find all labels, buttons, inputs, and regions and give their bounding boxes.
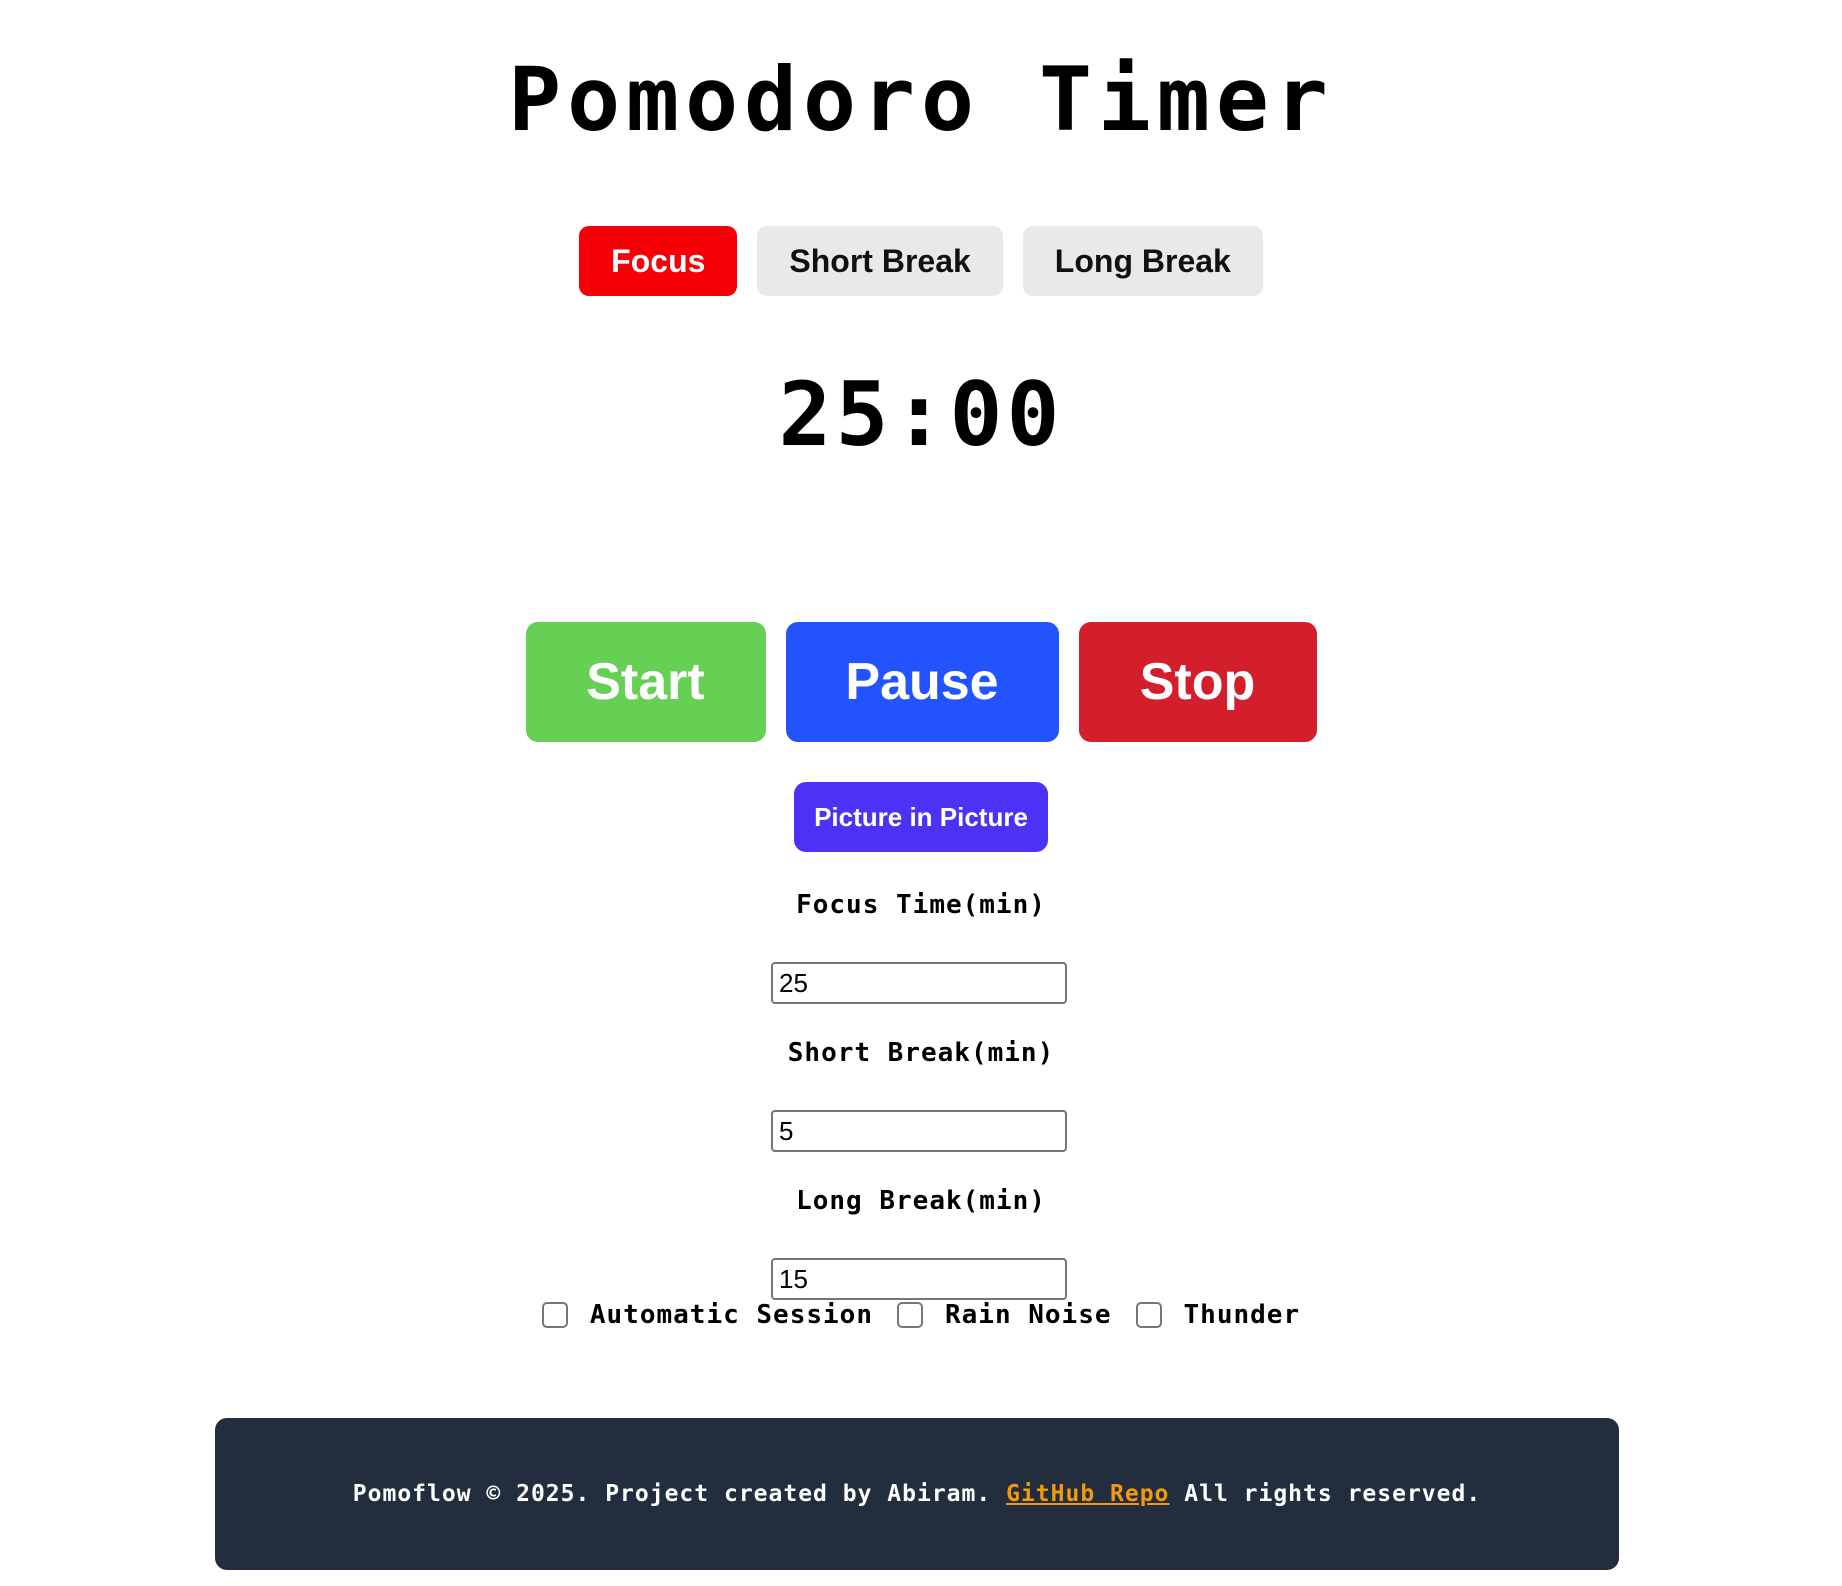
tab-short-break[interactable]: Short Break (757, 226, 1003, 296)
footer: Pomoflow © 2025. Project created by Abir… (215, 1418, 1619, 1570)
automatic-session-checkbox[interactable] (541, 1302, 568, 1328)
tab-long-break[interactable]: Long Break (1022, 226, 1263, 296)
rain-noise-option: Rain Noise (896, 1300, 1112, 1330)
github-repo-link[interactable]: GitHub Repo (1006, 1481, 1169, 1507)
automatic-session-label: Automatic Session (589, 1300, 873, 1330)
focus-time-input[interactable] (771, 962, 1067, 1004)
focus-time-label: Focus Time(min) (796, 890, 1046, 920)
rain-noise-label: Rain Noise (944, 1300, 1112, 1330)
short-break-input[interactable] (771, 1110, 1067, 1152)
automatic-session-option: Automatic Session (541, 1300, 873, 1330)
options-row: Automatic Session Rain Noise Thunder (0, 1300, 1842, 1330)
pip-wrap: Picture in Picture (0, 782, 1842, 852)
short-break-label: Short Break(min) (787, 1038, 1055, 1068)
footer-suffix: All rights reserved. (1169, 1481, 1482, 1507)
thunder-label: Thunder (1183, 1300, 1301, 1330)
timer-display: 25:00 (778, 363, 1064, 466)
tab-focus[interactable]: Focus (579, 226, 738, 296)
start-button[interactable]: Start (525, 622, 766, 742)
stop-button[interactable]: Stop (1078, 622, 1317, 742)
long-break-input[interactable] (771, 1258, 1067, 1300)
pause-button[interactable]: Pause (785, 622, 1059, 742)
footer-text: Pomoflow © 2025. Project created by Abir… (352, 1481, 1007, 1507)
long-break-label: Long Break(min) (796, 1186, 1046, 1216)
mode-tabs: Focus Short Break Long Break (0, 226, 1842, 296)
page-title: Pomodoro Timer (508, 48, 1334, 151)
thunder-checkbox[interactable] (1135, 1302, 1162, 1328)
thunder-option: Thunder (1135, 1300, 1301, 1330)
picture-in-picture-button[interactable]: Picture in Picture (794, 782, 1048, 852)
timer-controls: Start Pause Stop (0, 622, 1842, 742)
rain-noise-checkbox[interactable] (896, 1302, 923, 1328)
